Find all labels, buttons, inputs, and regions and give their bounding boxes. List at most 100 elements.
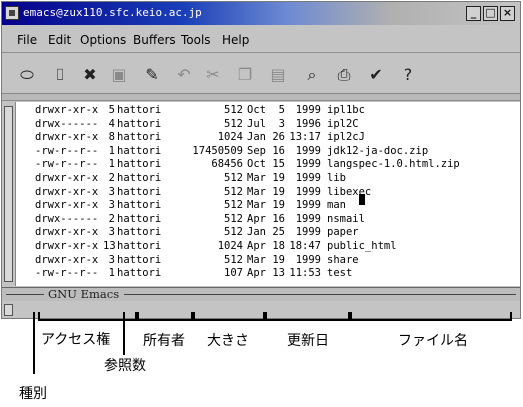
listing-row[interactable]: -rw-r--r-- 1 hattori 107 Apr 13 11:53 test bbox=[35, 267, 515, 279]
copy-icon[interactable]: ❐ bbox=[235, 65, 255, 85]
listing-month: Apr bbox=[247, 267, 266, 280]
listing-links: 3 bbox=[108, 199, 115, 212]
menu-buffers[interactable]: Buffers bbox=[133, 32, 176, 48]
undo-icon[interactable]: ↶ bbox=[174, 65, 194, 85]
menu-file[interactable]: File bbox=[17, 32, 37, 48]
listing-links: 3 bbox=[108, 253, 115, 266]
cut-icon[interactable]: ✂ bbox=[203, 65, 223, 85]
listing-name: ipl1bc bbox=[327, 104, 365, 116]
window-title: emacs@zux110.sfc.keio.ac.jp bbox=[23, 6, 202, 19]
listing-time: 1999 bbox=[295, 185, 321, 198]
listing-size: 512 bbox=[224, 104, 243, 116]
vertical-scrollbar[interactable] bbox=[2, 102, 16, 286]
modeline-label: GNU Emacs bbox=[48, 287, 120, 301]
listing-links: 5 bbox=[108, 104, 115, 116]
window-menu-icon[interactable] bbox=[5, 6, 19, 20]
listing-day: 26 bbox=[272, 131, 285, 144]
listing-time: 1999 bbox=[295, 212, 321, 225]
modeline-dash bbox=[6, 294, 44, 295]
open-file-icon[interactable]: ⬭ bbox=[17, 65, 37, 85]
listing-month: Mar bbox=[247, 172, 266, 184]
listing-row[interactable]: -rw-r--r-- 1 hattori 68456 Oct 15 1999 langspec… bbox=[35, 158, 515, 170]
listing-perm: drwx------ bbox=[35, 212, 99, 225]
menu-options[interactable]: Options bbox=[80, 32, 126, 48]
listing-size: 68456 bbox=[211, 158, 243, 171]
listing-name: test bbox=[327, 267, 353, 280]
listing-size: 512 bbox=[224, 253, 243, 266]
close-icon[interactable]: ✖ bbox=[80, 65, 100, 85]
listing-links: 8 bbox=[108, 131, 115, 144]
help-icon[interactable]: ? bbox=[398, 65, 418, 85]
bracket-filename bbox=[350, 312, 512, 321]
maximize-button[interactable]: □ bbox=[483, 6, 498, 21]
listing-size: 1024 bbox=[217, 240, 243, 252]
listing-row[interactable]: drwxr-xr-x 3 hattori 512 Mar 19 1999 libexec bbox=[35, 186, 515, 198]
listing-owner: hattori bbox=[117, 158, 162, 171]
minibuffer-scroll-thumb[interactable] bbox=[4, 304, 13, 316]
listing-day: 13 bbox=[272, 267, 285, 280]
listing-row[interactable]: drwxr-xr-x 13 hattori 1024 Apr 18 18:47 public_… bbox=[35, 240, 515, 252]
menu-help[interactable]: Help bbox=[222, 32, 249, 48]
label-size: 大きさ bbox=[207, 333, 249, 349]
listing-time: 1999 bbox=[295, 144, 321, 157]
listing-row[interactable]: -rw-r--r-- 1 hattori 17450509 Sep 16 1999 jdk12… bbox=[35, 145, 515, 157]
listing-time: 1999 bbox=[295, 104, 321, 116]
listing-size: 1024 bbox=[217, 131, 243, 144]
listing-owner: hattori bbox=[117, 240, 162, 252]
listing-name: public_html bbox=[327, 240, 397, 252]
bracket-owner bbox=[137, 312, 193, 321]
search-icon[interactable]: ⌕ bbox=[302, 65, 322, 85]
menu-bar: File Edit Options Buffers Tools Help bbox=[2, 27, 520, 53]
print-icon[interactable]: ⎙ bbox=[334, 65, 354, 85]
listing-row[interactable]: drwxr-xr-x 2 hattori 512 Mar 19 1999 lib bbox=[35, 172, 515, 184]
listing-links: 4 bbox=[108, 117, 115, 130]
menu-tools[interactable]: Tools bbox=[181, 32, 211, 48]
label-filename: ファイル名 bbox=[398, 333, 468, 349]
title-bar[interactable]: emacs@zux110.sfc.keio.ac.jp _ □ × bbox=[2, 2, 520, 25]
pointer-ref-count bbox=[123, 312, 125, 355]
menu-edit[interactable]: Edit bbox=[48, 32, 71, 48]
label-updated: 更新日 bbox=[287, 333, 329, 349]
listing-month: Jan bbox=[247, 226, 266, 239]
listing-row[interactable]: drwxr-xr-x 3 hattori 512 Mar 19 1999 man bbox=[35, 199, 515, 211]
listing-owner: hattori bbox=[117, 104, 162, 116]
dired-buffer[interactable]: drwxr-xr-x 5 hattori 512 Oct 5 1999 ipl1bc drwx-… bbox=[16, 102, 520, 286]
close-window-button[interactable]: × bbox=[500, 6, 515, 21]
save-icon[interactable]: ▣ bbox=[109, 65, 129, 85]
listing-size: 512 bbox=[224, 172, 243, 184]
listing-time: 18:47 bbox=[289, 240, 321, 252]
listing-perm: drwxr-xr-x bbox=[35, 185, 99, 198]
scrollbar-thumb[interactable] bbox=[4, 106, 13, 282]
listing-month: Mar bbox=[247, 199, 266, 212]
listing-month: Mar bbox=[247, 253, 266, 266]
listing-time: 11:53 bbox=[289, 267, 321, 280]
listing-day: 15 bbox=[272, 158, 285, 171]
listing-perm: -rw-r--r-- bbox=[35, 267, 99, 280]
listing-month: Mar bbox=[247, 185, 266, 198]
paste-icon[interactable]: ▤ bbox=[268, 65, 288, 85]
bracket-updated bbox=[265, 312, 350, 321]
listing-row[interactable]: drwx------ 2 hattori 512 Apr 16 1999 nsmail bbox=[35, 213, 515, 225]
listing-day: 18 bbox=[272, 240, 285, 252]
listing-row[interactable]: drwxr-xr-x 8 hattori 1024 Jan 26 13:17 ipl2cJ bbox=[35, 131, 515, 143]
listing-row[interactable]: drwxr-xr-x 5 hattori 512 Oct 5 1999 ipl1bc bbox=[35, 104, 515, 116]
listing-row[interactable]: drwxr-xr-x 3 hattori 512 Jan 25 1999 paper bbox=[35, 226, 515, 238]
minimize-button[interactable]: _ bbox=[466, 6, 481, 21]
preferences-icon[interactable]: ✔ bbox=[366, 65, 386, 85]
listing-month: Sep bbox=[247, 144, 266, 157]
listing-month: Apr bbox=[247, 212, 266, 225]
listing-owner: hattori bbox=[117, 117, 162, 130]
listing-size: 107 bbox=[224, 267, 243, 280]
listing-links: 1 bbox=[108, 144, 115, 157]
listing-row[interactable]: drwxr-xr-x 3 hattori 512 Mar 19 1999 share bbox=[35, 254, 515, 266]
listing-owner: hattori bbox=[117, 253, 162, 266]
save-as-icon[interactable]: ✎ bbox=[142, 65, 162, 85]
listing-row[interactable]: drwx------ 4 hattori 512 Jul 3 1996 ipl2C bbox=[35, 118, 515, 130]
listing-perm: -rw-r--r-- bbox=[35, 158, 99, 171]
open-directory-icon[interactable]: ⌷ bbox=[50, 65, 70, 85]
label-access-rights: アクセス権 bbox=[41, 332, 111, 348]
listing-links: 1 bbox=[108, 267, 115, 280]
listing-size: 512 bbox=[224, 199, 243, 212]
listing-day: 16 bbox=[272, 212, 285, 225]
listing-month: Jul bbox=[247, 117, 266, 130]
